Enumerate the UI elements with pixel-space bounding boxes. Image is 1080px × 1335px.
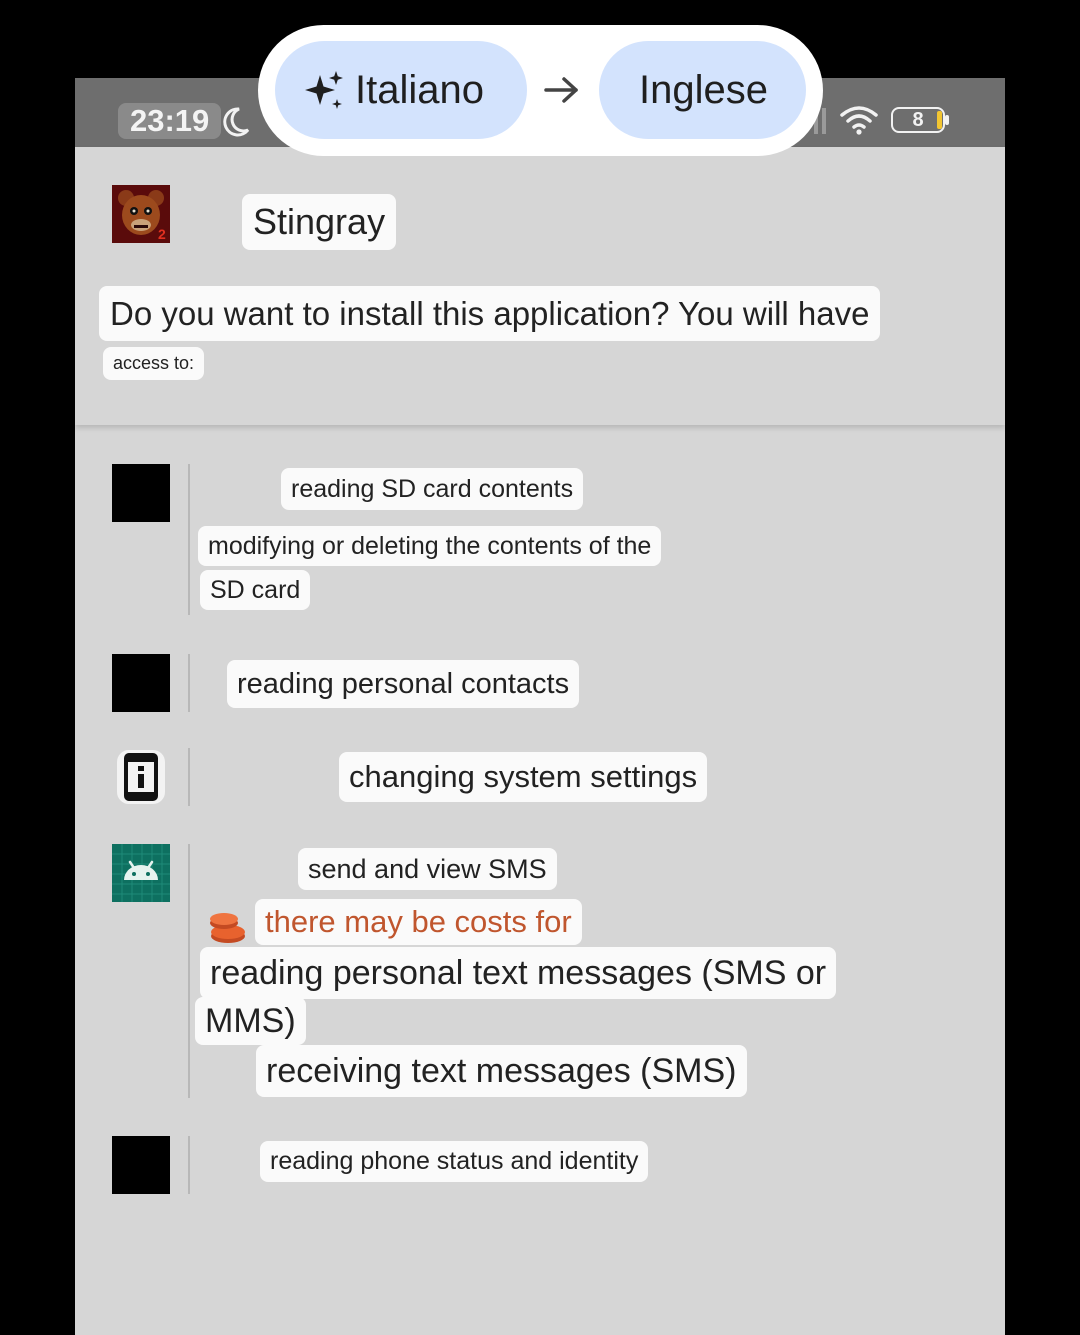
source-language-button[interactable]: Italiano: [275, 41, 527, 139]
perm-read-sms: reading personal text messages (SMS or: [200, 947, 837, 999]
svg-text:2: 2: [158, 226, 166, 242]
phone-info-icon: [112, 748, 170, 806]
contacts-permission-icon: [112, 654, 170, 712]
perm-send-sms: send and view SMS: [298, 848, 557, 890]
perm-modify-sd-cont: SD card: [200, 570, 311, 610]
source-language-label: Italiano: [355, 68, 484, 112]
perm-phone-status: reading phone status and identity: [260, 1141, 649, 1182]
perm-read-sms-cont: MMS): [195, 997, 306, 1045]
translate-language-bar: Italiano Inglese: [258, 25, 823, 156]
cost-warning: there may be costs for: [255, 899, 582, 945]
sms-group-divider: [188, 844, 190, 1098]
installer-screen: 23:19 8 2 Stingray Do you want to instal…: [75, 78, 1005, 1335]
app-icon: 2: [112, 185, 170, 243]
sparkle-icon: [305, 71, 343, 109]
app-name: Stingray: [242, 194, 397, 250]
storage-group-divider: [188, 464, 190, 615]
phone-permission-icon: [112, 1136, 170, 1194]
target-language-button[interactable]: Inglese: [599, 41, 806, 139]
contacts-group-divider: [188, 654, 190, 712]
battery-icon: 8: [891, 107, 949, 133]
perm-read-sd: reading SD card contents: [281, 468, 584, 510]
settings-group-divider: [188, 748, 190, 806]
coins-icon: [207, 906, 249, 946]
perm-read-contacts: reading personal contacts: [227, 660, 580, 708]
perm-receive-sms: receiving text messages (SMS): [256, 1045, 747, 1097]
install-prompt-line2: access to:: [103, 347, 205, 380]
target-language-label: Inglese: [639, 68, 768, 112]
phone-group-divider: [188, 1136, 190, 1194]
install-prompt-line1: Do you want to install this application?…: [99, 286, 881, 341]
android-icon: [112, 844, 170, 902]
storage-permission-icon: [112, 464, 170, 522]
perm-modify-sd: modifying or deleting the contents of th…: [198, 526, 662, 566]
perm-change-settings: changing system settings: [339, 752, 708, 802]
wifi-icon: [840, 106, 878, 135]
install-header: 2 Stingray Do you want to install this a…: [75, 147, 1005, 425]
battery-level: 8: [912, 109, 924, 131]
status-time: 23:19: [118, 103, 222, 139]
moon-icon: [223, 107, 250, 137]
arrow-right-icon: [544, 77, 578, 103]
